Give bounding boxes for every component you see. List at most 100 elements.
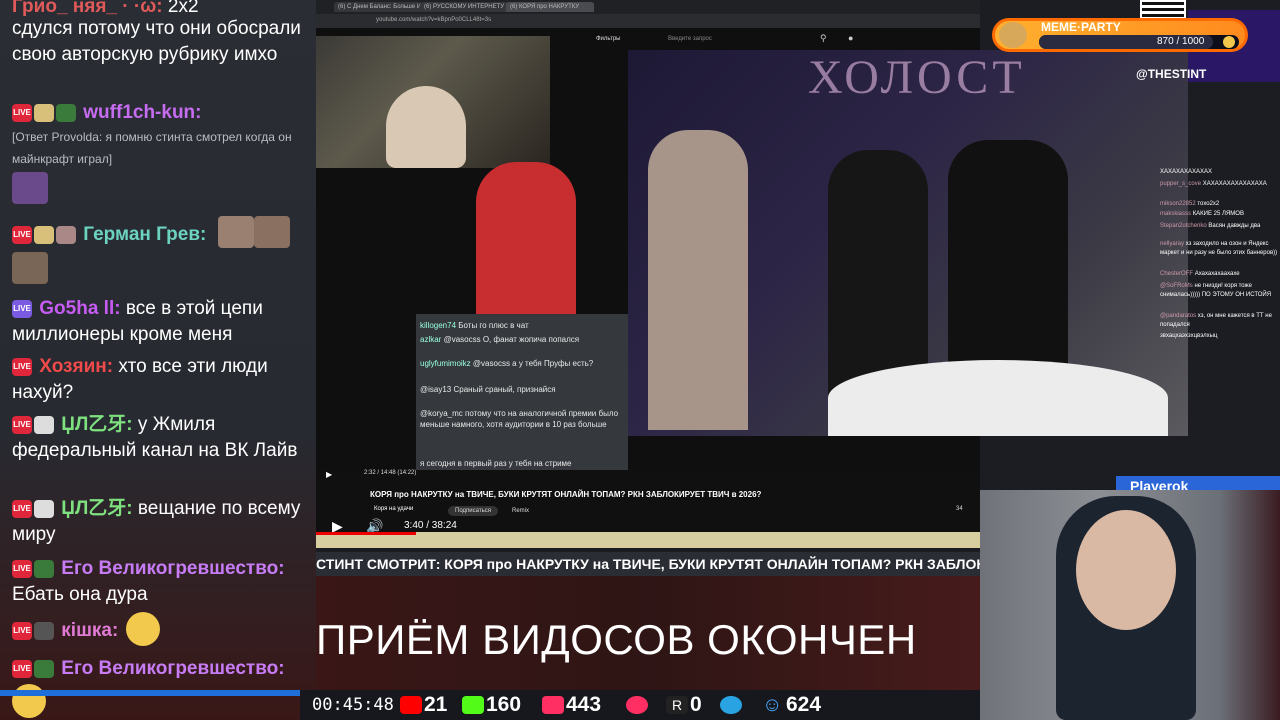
address-bar[interactable]: youtube.com/watch?v=kBpnPo0CLL48t=3s	[316, 14, 980, 28]
chat-message: LIVE Его Великогревшество: Ебать она дур…	[12, 556, 308, 608]
filters-button[interactable]: Фильтры	[596, 36, 620, 42]
chat-text: вещание по всему миру	[12, 498, 301, 545]
live-badge-icon: LIVE	[12, 103, 32, 122]
live-badge-icon: LIVE	[12, 499, 32, 518]
host-face	[1076, 510, 1176, 630]
face-emote-icon	[12, 252, 48, 284]
taskbar-strip	[316, 532, 980, 548]
chat-message: LIVE кішка:	[12, 618, 308, 644]
progress-fill[interactable]	[316, 532, 416, 535]
live-badge-icon: LIVE	[12, 357, 32, 376]
main-video-frame[interactable]: ХОЛОСТ	[628, 50, 1188, 436]
chat-message: LIVE ЏЛ乙牙: у Жмиля федеральный канал на …	[12, 412, 308, 464]
badge-icon	[34, 621, 54, 640]
live-badge-icon: LIVE	[12, 621, 32, 640]
yt-chat-message: Stepan2utchenko Васян давжды два	[1160, 223, 1261, 229]
chat-message: сдулся потому что они обосрали свою авто…	[12, 16, 308, 68]
chat-nick: Его Великогревшество:	[61, 658, 285, 679]
doge-icon	[999, 22, 1027, 48]
meme-party-value: 870 / 1000	[1157, 36, 1205, 47]
youtube-icon	[400, 696, 422, 714]
browser-tab[interactable]: (6) РУССКОМУ ИНТЕРНЕТУ К	[420, 2, 508, 12]
youtube-header: Фильтры Введите запрос ⚲ ●	[546, 28, 980, 50]
vklive-viewers: 443	[566, 693, 602, 716]
now-watching-banner: СТИНТ СМОТРИТ: КОРЯ про НАКРУТКУ на ТВИЧ…	[316, 552, 980, 576]
yt-chat-message: @SoFRoMs не гнизди! коря тоже снималась)…	[1160, 283, 1272, 298]
play-icon[interactable]: ▶	[326, 470, 332, 479]
rutube-icon: R	[666, 696, 688, 714]
uptime: 00:45:48	[312, 695, 394, 715]
mic-icon[interactable]: ●	[848, 33, 853, 43]
chat-nick: кішка:	[61, 620, 119, 641]
channel-handle: @THESTINT	[1136, 67, 1207, 81]
search-icon[interactable]: ⚲	[820, 33, 827, 44]
viewers-icon: ☺	[762, 694, 783, 716]
youtube-live-chat: ХАХАХАХАХАХАХ pupper_s_cove ХАХАХАХАХАХА…	[1156, 150, 1280, 420]
avatar-badge-icon	[56, 225, 76, 244]
kick-icon	[462, 696, 484, 714]
tank-badge-icon	[56, 103, 76, 122]
video-title: КОРЯ про НАКРУТКУ на ТВИЧЕ, БУКИ КРУТЯТ …	[370, 490, 762, 499]
chat-message: LIVE ЏЛ乙牙: вещание по всему миру	[12, 496, 308, 548]
video-player-controls: ▶ 2:32 / 14:48 (14:22) КОРЯ про НАКРУТКУ…	[316, 470, 980, 548]
notice-text: ПРИЁМ ВИДОСОВ ОКОНЧЕН	[316, 616, 917, 663]
meme-party-widget: MEME·PARTY 870 / 1000	[992, 18, 1248, 52]
yt-chat-message: ХАХАХАХАХАХАХ	[1160, 169, 1213, 175]
chat-nick: Go5ha ll:	[39, 298, 121, 319]
streamer-webcam	[316, 36, 550, 168]
live-badge-icon: LIVE	[12, 415, 32, 434]
chat-panel: Грио_ няя_ · ·ω: 2x2 сдулся потому что о…	[0, 0, 316, 720]
chat-text: у Жмиля федеральный канал на ВК Лайв	[12, 414, 298, 461]
yt-chat-message: nellyaray хз заходило на озон и Яндекс м…	[1160, 241, 1278, 256]
tank-badge-icon	[34, 559, 54, 578]
table	[828, 360, 1168, 436]
stats-bar: 00:45:48 21 160 443 R 0 ☺ 624	[300, 690, 980, 720]
cup-badge-icon	[34, 499, 54, 518]
tank-badge-icon	[34, 659, 54, 678]
chat-nick: Грио_ няя_ · ·ω:	[12, 0, 163, 17]
live-badge-icon: LIVE	[12, 299, 32, 318]
overlay-message: я сегодня в первый раз у тебя на стриме	[420, 459, 572, 468]
total-viewers: 624	[786, 693, 822, 716]
chat-text: сдулся потому что они обосрали свою авто…	[12, 18, 301, 65]
chat-nick: ЏЛ乙牙:	[61, 498, 133, 519]
live-badge-icon: LIVE	[12, 659, 32, 678]
kick-viewers: 160	[486, 693, 522, 716]
search-input[interactable]: Введите запрос	[668, 36, 712, 42]
chat-nick: Герман Грев:	[83, 224, 207, 245]
yt-chat-message: @pandaratos хз, он мне кажется в ТТ не п…	[1160, 313, 1272, 328]
face-emote-icon	[254, 216, 290, 248]
like-count[interactable]: 34	[956, 506, 963, 512]
remix-button[interactable]: Remix	[512, 508, 529, 514]
browser-tab[interactable]: (6) С Днем Баланс: Больше И	[334, 2, 422, 12]
rutube-viewers: 0	[690, 693, 702, 716]
chat-text: Ебать она дура	[12, 584, 148, 605]
guest-webcam	[416, 152, 628, 314]
chat-nick: wuff1ch-kun:	[83, 102, 202, 123]
yt-chat-message: makskiasss КАКИЕ 25 ЛЯМОВ	[1160, 211, 1244, 217]
host-webcam	[980, 490, 1280, 720]
emote-icon	[12, 172, 48, 204]
cup-badge-icon	[34, 415, 54, 434]
chat-message: LIVE Его Великогревшество:	[12, 656, 308, 682]
yt-chat-message: pupper_s_cove ХАХАХАХАХАХАХАХА	[1160, 181, 1267, 187]
small-time-display: 2:32 / 14:48 (14:22)	[364, 470, 417, 476]
guest-figure	[476, 162, 576, 314]
chat-nick: ЏЛ乙牙:	[61, 414, 133, 435]
browser-tab-active[interactable]: (6) КОРЯ про НАКРУТКУ	[506, 2, 594, 12]
live-badge-icon: LIVE	[12, 559, 32, 578]
meme-party-bar: 870 / 1000	[1039, 35, 1239, 49]
overlay-message: uglyfumimoikz @vasocss а у тебя Пруфы ес…	[420, 359, 594, 368]
yt-chat-message: звхацхаэхзхцвэлхыц	[1160, 333, 1218, 339]
channel-name[interactable]: Коря на удачи	[374, 506, 413, 512]
chat-nick: Хозяин:	[39, 356, 114, 377]
chat-message: LIVE Хозяин: хто все эти люди нахуй?	[12, 354, 308, 406]
time-display: 3:40 / 38:24	[404, 520, 457, 531]
live-badge-icon: LIVE	[12, 225, 32, 244]
telegram-icon	[720, 696, 742, 714]
meme-party-title: MEME·PARTY	[1041, 20, 1121, 34]
overlay-message: @korya_mc потому что на аналогичной прем…	[420, 409, 619, 429]
subscribe-button[interactable]: Подписаться	[448, 506, 498, 516]
yt-chat-message: ChesterOFF Ахахахахаахахе	[1160, 271, 1240, 277]
overlay-message: killogen74 Боты го плюс в чат	[420, 321, 529, 330]
